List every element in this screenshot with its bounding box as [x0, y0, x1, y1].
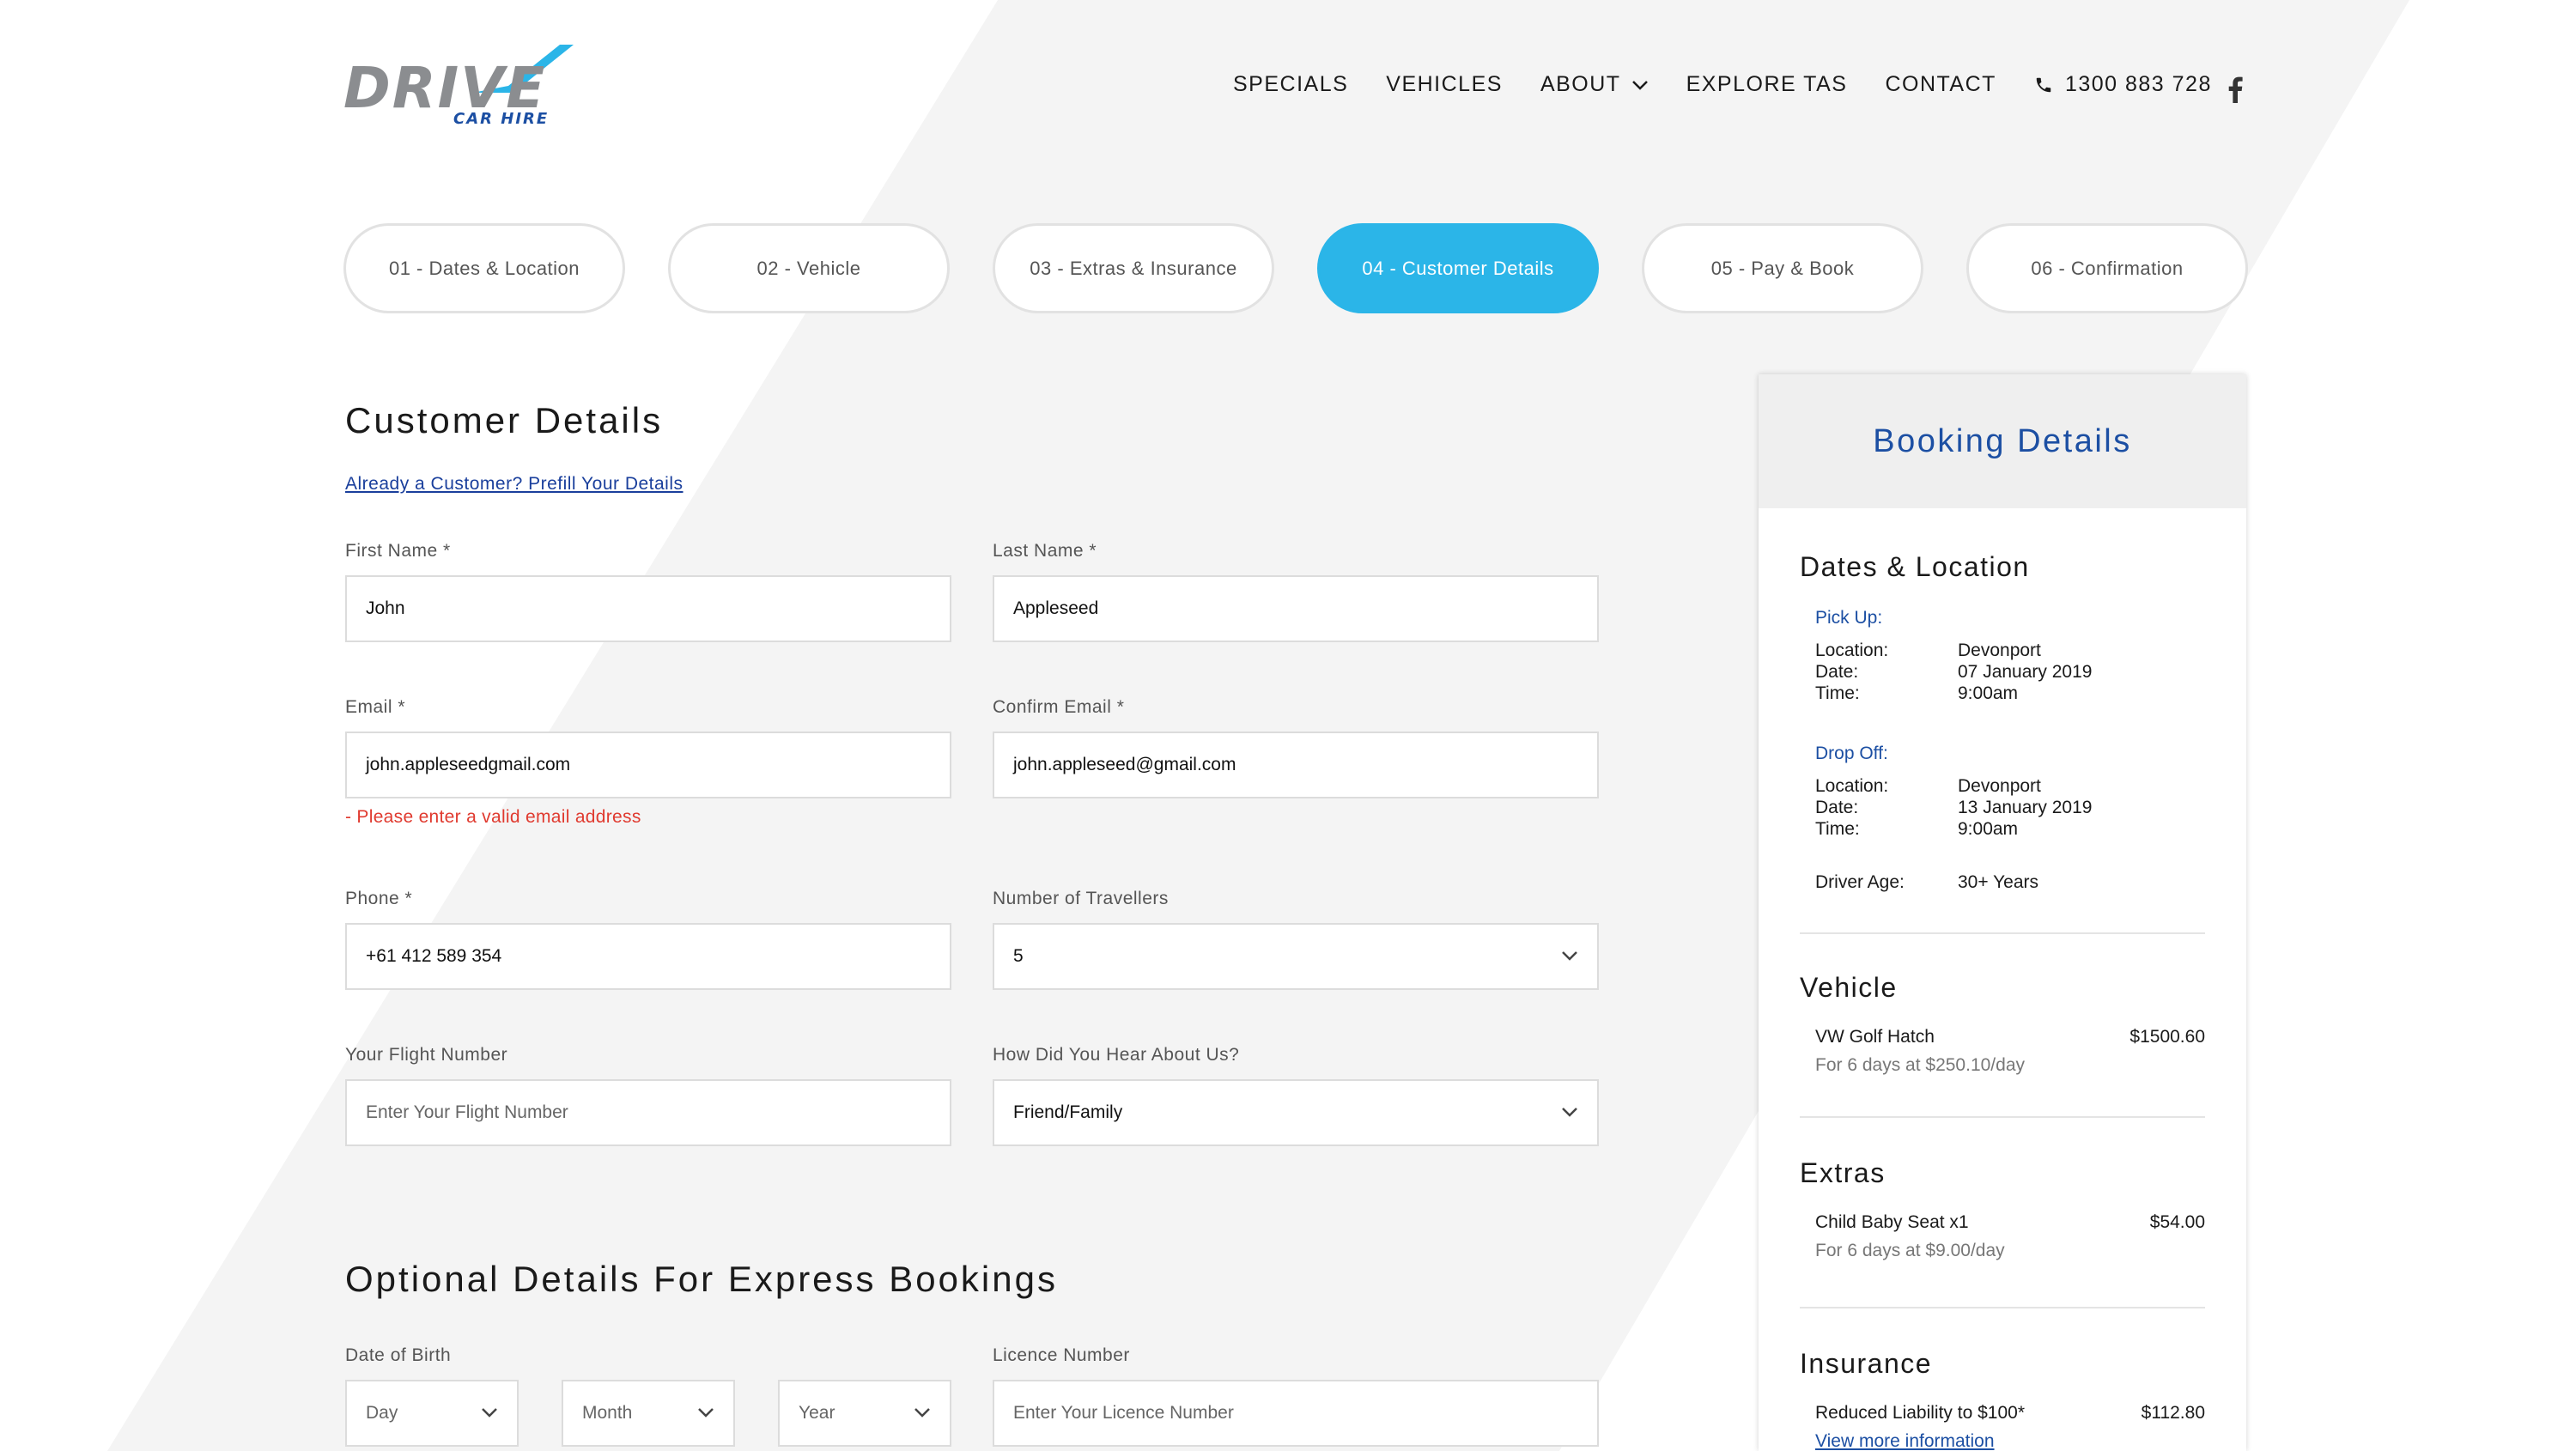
vehicle-rate: For 6 days at $250.10/day: [1815, 1055, 2025, 1075]
pickup-heading: Pick Up:: [1815, 608, 1883, 628]
insurance-item-name: Reduced Liability to $100*: [1815, 1403, 2026, 1423]
facebook-icon[interactable]: [2227, 76, 2243, 103]
nav-phone-link[interactable]: 1300 883 728: [2034, 72, 2212, 97]
flight-number-label: Your Flight Number: [345, 1045, 508, 1065]
panel-divider: [1800, 1307, 2205, 1308]
travellers-label: Number of Travellers: [993, 889, 1169, 908]
nav-about[interactable]: ABOUT: [1540, 72, 1649, 97]
dropoff-heading: Drop Off:: [1815, 744, 1888, 763]
hear-about-label: How Did You Hear About Us?: [993, 1045, 1240, 1065]
insurance-item-price: $112.80: [2141, 1403, 2205, 1423]
email-input[interactable]: john.appleseedgmail.com: [345, 732, 951, 798]
step-vehicle[interactable]: 02 - Vehicle: [668, 223, 950, 313]
extra-item-price: $54.00: [2149, 1212, 2205, 1232]
dropoff-date-label: Date:: [1815, 798, 1859, 817]
licence-label: Licence Number: [993, 1345, 1130, 1365]
main-nav: SPECIALS VEHICLES ABOUT EXPLORE TAS CONT…: [1233, 72, 2212, 97]
first-name-label: First Name *: [345, 541, 451, 561]
dob-label: Date of Birth: [345, 1345, 452, 1365]
phone-label: Phone *: [345, 889, 413, 908]
logo-subtitle: CAR HIRE: [453, 110, 550, 128]
travellers-select[interactable]: 5: [993, 923, 1599, 990]
hear-about-select[interactable]: Friend/Family: [993, 1079, 1599, 1146]
extra-item-rate: For 6 days at $9.00/day: [1815, 1241, 2005, 1260]
driver-age-value: 30+ Years: [1958, 872, 2039, 892]
vehicle-name: VW Golf Hatch: [1815, 1027, 1935, 1047]
booking-page: DRIVE CAR HIRE SPECIALS VEHICLES ABOUT E…: [0, 0, 2576, 1451]
booking-steps: 01 - Dates & Location 02 - Vehicle 03 - …: [343, 223, 2248, 313]
phone-icon: [2036, 77, 2051, 92]
customer-details-title: Customer Details: [345, 400, 664, 440]
email-error-message: - Please enter a valid email address: [345, 807, 641, 827]
nav-about-label: ABOUT: [1540, 72, 1621, 96]
insurance-section-title: Insurance: [1800, 1348, 1933, 1379]
dob-year-select[interactable]: Year: [778, 1380, 951, 1447]
step-extras-insurance[interactable]: 03 - Extras & Insurance: [993, 223, 1274, 313]
chevron-down-icon: [914, 1408, 930, 1418]
last-name-input[interactable]: Appleseed: [993, 575, 1599, 642]
extras-section-title: Extras: [1800, 1157, 1886, 1188]
nav-vehicles[interactable]: VEHICLES: [1386, 72, 1503, 97]
nav-contact[interactable]: CONTACT: [1885, 72, 1996, 97]
pickup-location-value: Devonport: [1958, 641, 2041, 660]
nav-specials[interactable]: SPECIALS: [1233, 72, 1348, 97]
pickup-date-value: 07 January 2019: [1958, 662, 2093, 682]
confirm-email-label: Confirm Email *: [993, 697, 1125, 717]
dropoff-date-value: 13 January 2019: [1958, 798, 2093, 817]
travellers-selected-value: 5: [1013, 946, 1024, 966]
driver-age-label: Driver Age:: [1815, 872, 1905, 892]
dob-month-select[interactable]: Month: [562, 1380, 735, 1447]
phone-input[interactable]: +61 412 589 354: [345, 923, 951, 990]
insurance-more-info-link[interactable]: View more information: [1815, 1431, 1995, 1451]
dropoff-location-label: Location:: [1815, 776, 1889, 796]
panel-divider: [1800, 932, 2205, 934]
dob-year-value: Year: [799, 1403, 835, 1423]
dob-day-select[interactable]: Day: [345, 1380, 519, 1447]
dob-month-value: Month: [582, 1403, 633, 1423]
optional-details-title: Optional Details For Express Bookings: [345, 1259, 1058, 1299]
vehicle-section-title: Vehicle: [1800, 972, 1898, 1003]
step-pay-book[interactable]: 05 - Pay & Book: [1642, 223, 1923, 313]
dates-location-title: Dates & Location: [1800, 551, 2030, 582]
last-name-label: Last Name *: [993, 541, 1097, 561]
booking-details-title: Booking Details: [1759, 374, 2246, 508]
hear-about-selected-value: Friend/Family: [1013, 1102, 1123, 1122]
pickup-date-label: Date:: [1815, 662, 1859, 682]
dropoff-time-label: Time:: [1815, 819, 1860, 839]
phone-number: 1300 883 728: [2064, 72, 2212, 96]
step-dates-location[interactable]: 01 - Dates & Location: [343, 223, 625, 313]
pickup-time-label: Time:: [1815, 683, 1860, 703]
booking-details-panel: Booking Details Dates & Location Pick Up…: [1759, 374, 2246, 1451]
vehicle-price: $1500.60: [2129, 1027, 2205, 1047]
pickup-location-label: Location:: [1815, 641, 1889, 660]
dropoff-time-value: 9:00am: [1958, 819, 2019, 839]
step-confirmation[interactable]: 06 - Confirmation: [1966, 223, 2248, 313]
drive-car-hire-logo[interactable]: DRIVE CAR HIRE: [343, 43, 575, 128]
chevron-down-icon: [1562, 1108, 1577, 1117]
step-customer-details[interactable]: 04 - Customer Details: [1317, 223, 1599, 313]
chevron-down-icon: [482, 1408, 497, 1418]
dropoff-location-value: Devonport: [1958, 776, 2041, 796]
dob-day-value: Day: [366, 1403, 398, 1423]
chevron-down-icon: [698, 1408, 714, 1418]
email-label: Email *: [345, 697, 406, 717]
chevron-down-icon: [1562, 951, 1577, 961]
pickup-time-value: 9:00am: [1958, 683, 2019, 703]
logo-wordmark: DRIVE: [343, 55, 547, 121]
flight-number-input[interactable]: Enter Your Flight Number: [345, 1079, 951, 1146]
chevron-down-icon: [1631, 80, 1648, 90]
prefill-details-link[interactable]: Already a Customer? Prefill Your Details: [345, 474, 683, 495]
licence-input[interactable]: Enter Your Licence Number: [993, 1380, 1599, 1447]
confirm-email-input[interactable]: john.appleseed@gmail.com: [993, 732, 1599, 798]
first-name-input[interactable]: John: [345, 575, 951, 642]
panel-divider: [1800, 1116, 2205, 1118]
nav-explore-tas[interactable]: EXPLORE TAS: [1686, 72, 1848, 97]
extra-item-name: Child Baby Seat x1: [1815, 1212, 1969, 1232]
